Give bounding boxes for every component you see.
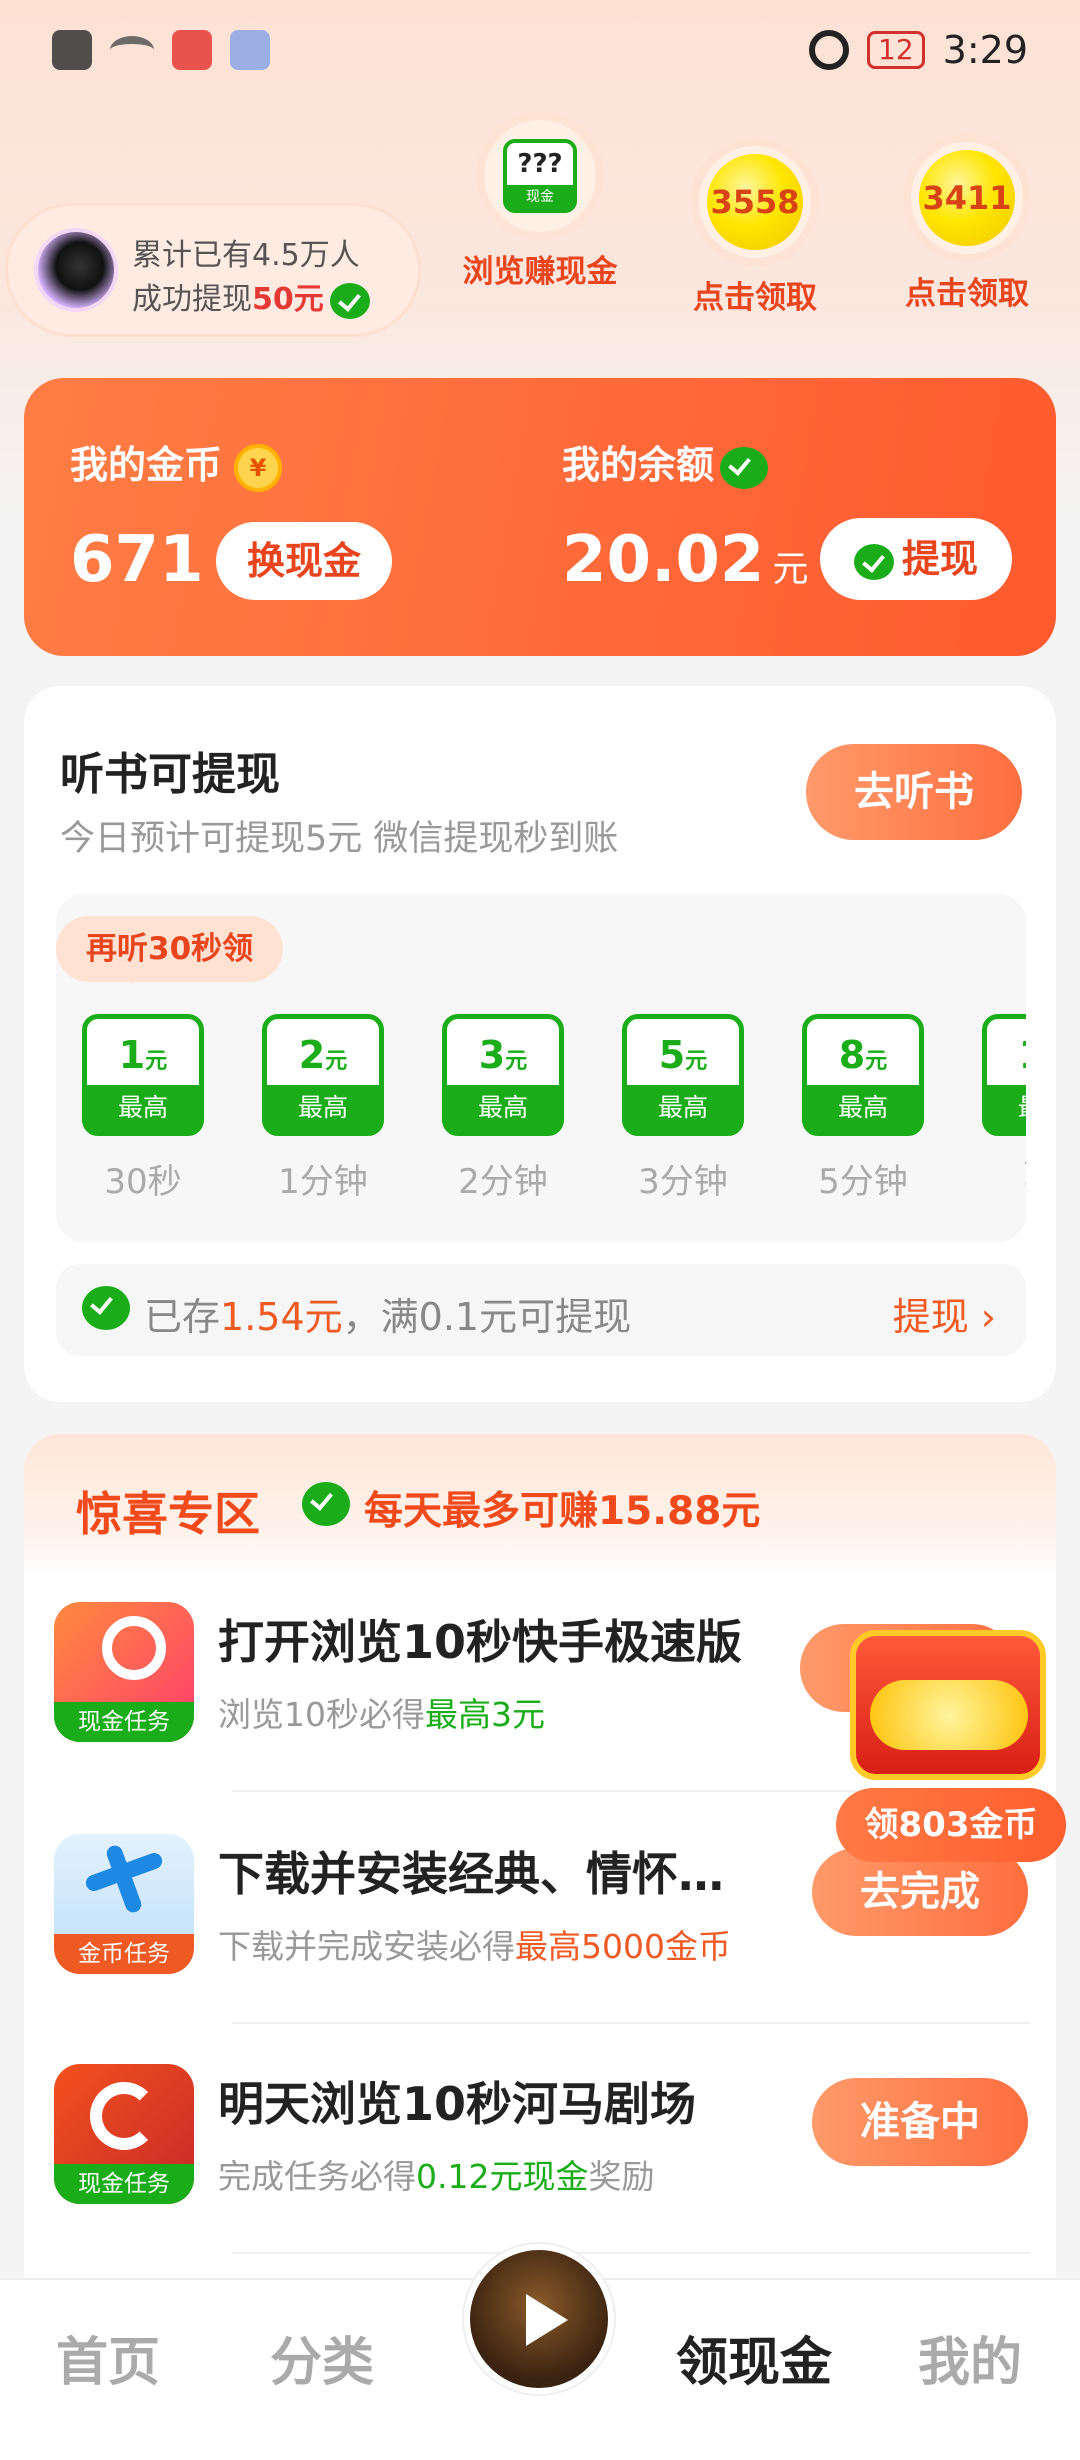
reward-step[interactable]: 8元 最高 5分钟 — [802, 1014, 924, 1203]
cash-box-icon: ??? 现金 — [503, 139, 577, 213]
reward-step[interactable]: 1元 最高 30秒 — [82, 1014, 204, 1203]
preparing-button[interactable]: 准备中 — [812, 2078, 1028, 2166]
saved-text: 已存1.54元，满0.1元可提现 — [144, 1295, 632, 1339]
coin-icon: ¥ — [234, 443, 283, 492]
balance-value: 20.02 元 — [562, 523, 809, 597]
nfc-icon — [809, 30, 850, 70]
listen-title: 听书可提现 — [60, 749, 280, 800]
treasure-chest-widget[interactable]: 领803金币 — [836, 1620, 1066, 1862]
reward-step[interactable]: 2元 最高 1分钟 — [262, 1014, 384, 1203]
task-title: 明天浏览10秒河马剧场 — [218, 2077, 697, 2131]
now-playing-button[interactable] — [464, 2244, 614, 2394]
task-title: 打开浏览10秒快手极速版 — [218, 1615, 743, 1669]
clock: 3:29 — [942, 28, 1028, 72]
reward-step[interactable]: 1元最高 10 — [982, 1014, 1026, 1194]
reward-step[interactable]: 3元 最高 2分钟 — [442, 1014, 564, 1203]
coins-value: 671 — [70, 523, 204, 597]
coin-claim-widget-1[interactable]: 3558 点击领取 — [690, 146, 820, 317]
withdraw-button[interactable]: 提现 — [820, 518, 1012, 600]
saved-withdraw-link[interactable]: 提现 › — [893, 1286, 996, 1341]
airplane-app-icon: 金币任务 — [54, 1834, 194, 1974]
bottom-nav: 首页 分类 领现金 我的 — [0, 2244, 1080, 2460]
chest-label: 领803金币 — [836, 1788, 1066, 1862]
nav-get-cash[interactable]: 领现金 — [676, 2320, 832, 2395]
video-app-icon — [172, 30, 212, 70]
browse-earn-label: 浏览赚现金 — [462, 254, 618, 290]
hema-theater-app-icon: 现金任务 — [54, 2064, 194, 2204]
battery-icon: 12 — [867, 31, 925, 69]
coin-bubble: 3411 — [919, 150, 1015, 246]
listen-tip: 再听30秒领 — [56, 916, 284, 984]
status-bar: 12 3:29 — [0, 0, 1080, 108]
nav-home[interactable]: 首页 — [56, 2320, 160, 2395]
wechat-icon — [302, 1482, 350, 1526]
go-listen-button[interactable]: 去听书 — [806, 744, 1022, 840]
sim-alert-icon — [52, 30, 92, 70]
task-desc: 下载并完成安装必得最高5000金币 — [218, 1927, 731, 1966]
coins-heading: 我的金币 ¥ — [70, 434, 283, 492]
nav-category[interactable]: 分类 — [270, 2320, 374, 2395]
wechat-check-icon — [329, 282, 370, 319]
withdraw-stats-pill: 累计已有4.5万人 成功提现50元 — [8, 206, 418, 334]
listen-withdraw-card: 听书可提现 今日预计可提现5元 微信提现秒到账 去听书 再听30秒领 1元 最高 … — [24, 686, 1056, 1402]
reward-step[interactable]: 5元 最高 3分钟 — [622, 1014, 744, 1203]
coin-bubble: 3558 — [707, 154, 803, 250]
coin-claim-widget-2[interactable]: 3411 点击领取 — [902, 142, 1032, 313]
wechat-check-icon — [720, 446, 769, 489]
claim-label: 点击领取 — [905, 276, 1029, 312]
browse-earn-widget[interactable]: ??? 现金 浏览赚现金 — [463, 120, 618, 291]
avatar — [34, 228, 118, 312]
play-icon — [526, 2294, 568, 2346]
nav-mine[interactable]: 我的 — [918, 2320, 1022, 2395]
task-title: 下载并安装经典、情怀… — [218, 1847, 724, 1901]
task-desc: 完成任务必得0.12元现金奖励 — [218, 2157, 655, 2196]
listen-subtitle: 今日预计可提现5元 微信提现秒到账 — [60, 819, 619, 859]
surprise-title: 惊喜专区 — [76, 1487, 260, 1541]
wechat-icon — [853, 543, 894, 580]
claim-label: 点击领取 — [693, 280, 817, 316]
surprise-subtitle: 每天最多可赚15.88元 — [364, 1489, 761, 1534]
listen-reward-steps: 再听30秒领 1元 最高 30秒 2元 最高 1分钟 3元 最高 2分钟 5元 最高 3… — [56, 894, 1026, 1242]
kuaishou-app-icon: 现金任务 — [54, 1602, 194, 1742]
saved-balance-row[interactable]: 已存1.54元，满0.1元可提现 提现 › — [56, 1264, 1026, 1356]
balance-heading: 我的余额 — [562, 434, 769, 489]
exchange-cash-button[interactable]: 换现金 — [216, 522, 392, 600]
gold-coins-icon — [870, 1680, 1028, 1750]
stats-amount-line: 成功提现50元 — [132, 274, 370, 319]
task-item[interactable]: 金币任务 下载并安装经典、情怀… 下载并完成安装必得最高5000金币 去完成 — [24, 1834, 1056, 2062]
app-notification-icon — [230, 30, 270, 70]
stats-line: 累计已有4.5万人 — [132, 238, 360, 273]
wechat-icon — [82, 1286, 130, 1330]
task-desc: 浏览10秒必得最高3元 — [218, 1695, 545, 1734]
wallet-card: 我的金币 ¥ 671 换现金 我的余额 20.02 元 提现 — [24, 378, 1056, 656]
wifi-icon — [110, 36, 154, 64]
